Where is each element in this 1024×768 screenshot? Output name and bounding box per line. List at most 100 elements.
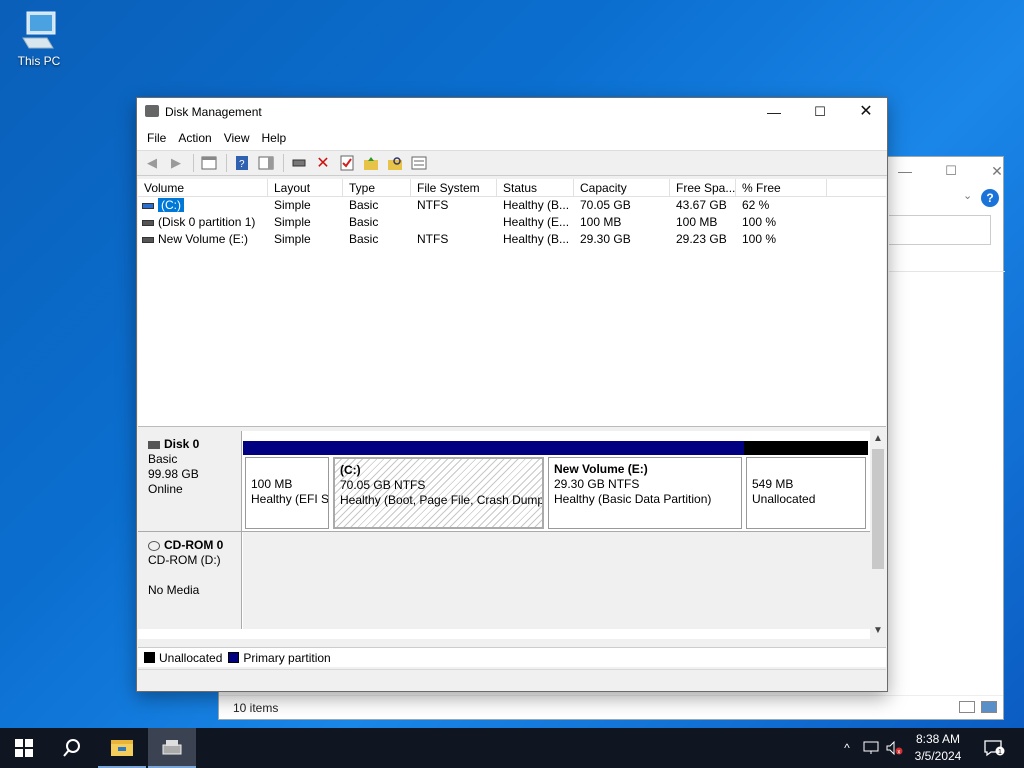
forward-arrow-icon[interactable]: ▶ [165, 153, 187, 173]
volume-muted-icon[interactable]: x [884, 728, 906, 768]
disk-state: Online [148, 482, 183, 496]
partition-size: 29.30 GB NTFS [554, 477, 640, 491]
show-hide-console-tree-icon[interactable] [198, 153, 220, 173]
table-row[interactable]: (C:) Simple Basic NTFS Healthy (B... 70.… [138, 197, 886, 214]
column-header-percent-free[interactable]: % Free [736, 179, 827, 196]
taskbar-file-explorer[interactable] [98, 728, 146, 768]
svg-text:1: 1 [998, 749, 1002, 756]
table-row[interactable]: New Volume (E:) Simple Basic NTFS Health… [138, 231, 886, 248]
menu-action[interactable]: Action [172, 131, 217, 145]
network-icon[interactable] [860, 728, 882, 768]
disk-0-label[interactable]: Disk 0 Basic 99.98 GB Online [138, 431, 242, 531]
details-view-icon[interactable] [959, 701, 975, 713]
partition-status: Healthy (EFI S [251, 492, 329, 506]
titlebar: Disk Management — ☐ ✕ [137, 98, 887, 126]
disk-management-icon [162, 740, 182, 755]
start-button[interactable] [0, 728, 48, 768]
column-header-file-system[interactable]: File System [411, 179, 497, 196]
partition-bar [243, 441, 331, 455]
delete-x-icon[interactable]: ✕ [312, 153, 334, 173]
notifications-button[interactable]: 1 [980, 728, 1008, 768]
fs-cell: NTFS [417, 198, 449, 212]
svg-text:x: x [897, 749, 900, 755]
type-cell: Basic [349, 232, 379, 246]
cdrom-icon [148, 540, 160, 551]
cdrom-media: No Media [148, 583, 200, 597]
bg-close-button[interactable]: ✕ [987, 163, 1007, 179]
partition-status: Healthy (Boot, Page File, Crash Dump, [340, 493, 544, 507]
partition-bar [744, 441, 868, 455]
partition-c[interactable]: (C:) 70.05 GB NTFS Healthy (Boot, Page F… [331, 441, 546, 529]
graphical-view-scrollbar[interactable]: ▲ ▼ [870, 431, 886, 639]
taskbar-disk-management[interactable] [148, 728, 196, 768]
free-space-cell: 29.23 GB [676, 232, 727, 246]
bg-minimize-button[interactable]: — [895, 163, 915, 179]
list-view-icon[interactable] [408, 153, 430, 173]
status-cell: Healthy (B... [503, 198, 570, 212]
menu-file[interactable]: File [141, 131, 172, 145]
column-header-free-space[interactable]: Free Spa... [670, 179, 736, 196]
show-hide-action-pane-icon[interactable] [255, 153, 277, 173]
fs-cell [411, 214, 497, 231]
disk-icon [148, 440, 160, 449]
cdrom-0-label[interactable]: CD-ROM 0 CD-ROM (D:) No Media [138, 532, 242, 629]
partition-unallocated[interactable]: 549 MB Unallocated [744, 441, 868, 529]
explore-search-icon[interactable] [384, 153, 406, 173]
column-header-status[interactable]: Status [497, 179, 574, 196]
back-arrow-icon[interactable]: ◀ [141, 153, 163, 173]
layout-cell: Simple [274, 232, 311, 246]
percent-free-cell: 100 % [742, 232, 777, 246]
large-icons-view-icon[interactable] [981, 701, 997, 713]
menu-view[interactable]: View [218, 131, 256, 145]
toolbar: ◀ ▶ ? ✕ [137, 150, 887, 176]
bg-item-count: 10 items [233, 701, 279, 715]
help-icon[interactable]: ? [981, 189, 999, 207]
disk-name: Disk 0 [164, 437, 200, 451]
search-button[interactable] [48, 728, 96, 768]
percent-free-cell: 62 % [742, 198, 770, 212]
volume-cell: New Volume (E:) [138, 231, 268, 248]
show-hidden-icons-chevron[interactable]: ^ [838, 728, 856, 768]
clock[interactable]: 8:38 AM 3/5/2024 [906, 731, 970, 765]
computer-icon [22, 11, 56, 49]
scroll-up-icon[interactable]: ▲ [873, 433, 883, 444]
scrollbar-thumb[interactable] [872, 449, 884, 569]
statusbar [138, 669, 886, 691]
partition-status: Healthy (Basic Data Partition) [554, 492, 712, 506]
open-folder-up-icon[interactable] [360, 153, 382, 173]
bg-divider [889, 271, 1005, 272]
cdrom-area [243, 532, 870, 629]
minimize-button[interactable]: — [751, 98, 797, 126]
notification-icon: 1 [984, 740, 1005, 757]
partition-title: New Volume (E:) [554, 462, 648, 476]
partition-e[interactable]: New Volume (E:) 29.30 GB NTFS Healthy (B… [546, 441, 744, 529]
partition-body: 549 MB Unallocated [746, 457, 866, 529]
connect-virtual-disk-icon[interactable] [288, 153, 310, 173]
partition-bar [331, 441, 546, 455]
help-book-icon[interactable]: ? [231, 153, 253, 173]
volume-name: (Disk 0 partition 1) [158, 215, 256, 229]
properties-check-icon[interactable] [336, 153, 358, 173]
desktop-icon-this-pc[interactable]: This PC [10, 8, 68, 68]
disk-type: Basic [148, 452, 178, 466]
partition-efi[interactable]: 100 MB Healthy (EFI S [243, 441, 331, 529]
toolbar-separator [193, 154, 194, 172]
column-header-capacity[interactable]: Capacity [574, 179, 670, 196]
maximize-button[interactable]: ☐ [797, 98, 843, 126]
column-header-layout[interactable]: Layout [268, 179, 343, 196]
partition-bar [546, 441, 744, 455]
bg-search-box[interactable] [889, 215, 991, 245]
column-header-type[interactable]: Type [343, 179, 411, 196]
close-button[interactable]: ✕ [843, 98, 889, 126]
table-row[interactable]: (Disk 0 partition 1) Simple Basic Health… [138, 214, 886, 231]
bg-maximize-button[interactable]: ☐ [941, 163, 961, 179]
partition-status: Unallocated [752, 492, 816, 506]
partition-title [752, 462, 860, 477]
bg-statusbar: 10 items [219, 695, 1003, 719]
primary-partition-swatch [228, 652, 240, 663]
chevron-down-icon[interactable]: ⌄ [963, 189, 972, 202]
scroll-down-icon[interactable]: ▼ [873, 625, 883, 636]
menu-help[interactable]: Help [256, 131, 293, 145]
column-header-volume[interactable]: Volume [138, 179, 268, 196]
toolbar-separator [283, 154, 284, 172]
